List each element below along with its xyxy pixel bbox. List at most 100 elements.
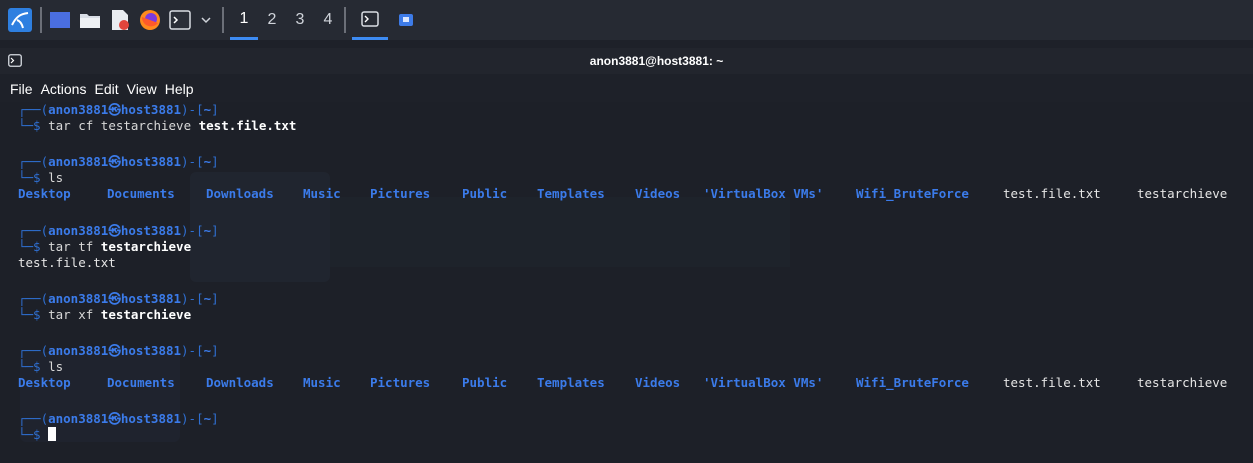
ls-entry: Downloads (206, 375, 274, 390)
prompt-dollar: └─$ (18, 427, 49, 442)
terminal-launcher-icon[interactable] (168, 8, 192, 32)
prompt-open: ┌──( (18, 411, 49, 426)
prompt-open: ┌──( (18, 154, 49, 169)
command-text: tar tf (48, 239, 101, 254)
ls-entry: Downloads (206, 186, 274, 201)
ls-entry: Public (462, 375, 508, 390)
command-output: test.file.txt (18, 255, 116, 270)
taskbar-window-app[interactable] (388, 0, 424, 40)
workspace-3[interactable]: 3 (286, 0, 314, 40)
taskbar-separator (40, 7, 42, 33)
ls-entry: Pictures (370, 186, 431, 201)
prompt-user: anon3881㉿host3881 (48, 102, 182, 117)
command-line: └─$ tar xf testarchieve (18, 307, 191, 323)
prompt-close: )-[ (181, 411, 204, 426)
ls-entry: Desktop (18, 375, 71, 390)
ls-entry: 'VirtualBox VMs' (703, 375, 824, 390)
prompt-dir: ~ (203, 343, 212, 358)
prompt-end: ] (211, 154, 219, 169)
taskbar-separator (344, 7, 346, 33)
ls-entry: Documents (107, 375, 175, 390)
taskbar-separator (222, 7, 224, 33)
workspace-2[interactable]: 2 (258, 0, 286, 40)
prompt-user: anon3881㉿host3881 (48, 154, 182, 169)
menu-actions[interactable]: Actions (41, 81, 87, 97)
menu-file[interactable]: File (10, 81, 33, 97)
ls-entry: Music (303, 186, 341, 201)
ls-entry: Pictures (370, 375, 431, 390)
prompt-user: anon3881㉿host3881 (48, 223, 182, 238)
taskbar: 1 2 3 4 (0, 0, 1253, 40)
prompt-dollar: └─$ (18, 118, 49, 133)
prompt-open: ┌──( (18, 102, 49, 117)
prompt-dir: ~ (203, 154, 212, 169)
terminal-icon (8, 54, 22, 72)
prompt-dollar: └─$ (18, 307, 49, 322)
prompt-close: )-[ (181, 343, 204, 358)
command-line: └─$ ls (18, 359, 63, 375)
firefox-icon[interactable] (138, 8, 162, 32)
ls-entry: Music (303, 375, 341, 390)
prompt-end: ] (211, 411, 219, 426)
prompt-open: ┌──( (18, 343, 49, 358)
menu-edit[interactable]: Edit (94, 81, 118, 97)
command-text: ls (48, 359, 64, 374)
ls-entry: Wifi_BruteForce (856, 375, 969, 390)
prompt-end: ] (211, 102, 219, 117)
window-title: anon3881@host3881: ~ (0, 54, 1253, 68)
prompt-close: )-[ (181, 223, 204, 238)
ls-entry: Templates (537, 186, 605, 201)
window-titlebar: anon3881@host3881: ~ (0, 48, 1253, 74)
menu-help[interactable]: Help (165, 81, 194, 97)
prompt-dir: ~ (203, 411, 212, 426)
command-line[interactable]: └─$ (18, 427, 57, 443)
menu-view[interactable]: View (127, 81, 157, 97)
command-line: └─$ tar cf testarchieve test.file.txt (18, 118, 296, 134)
prompt-header: ┌──(anon3881㉿host3881)-[~] (18, 411, 219, 427)
text-editor-icon[interactable] (108, 8, 132, 32)
window-title-text: anon3881@host3881: ~ (589, 54, 724, 68)
ls-entry: Desktop (18, 186, 71, 201)
prompt-dollar: └─$ (18, 170, 49, 185)
file-manager-icon[interactable] (78, 8, 102, 32)
prompt-dollar: └─$ (18, 359, 49, 374)
desktop-icon[interactable] (48, 8, 72, 32)
prompt-header: ┌──(anon3881㉿host3881)-[~] (18, 154, 219, 170)
terminal-output[interactable]: ┌──(anon3881㉿host3881)-[~] └─$ tar cf te… (0, 102, 1253, 463)
workspace-1[interactable]: 1 (230, 0, 258, 40)
menu-bar: File Actions Edit View Help (0, 76, 1253, 102)
prompt-dir: ~ (203, 102, 212, 117)
chevron-down-icon[interactable] (198, 8, 214, 32)
prompt-end: ] (211, 343, 219, 358)
command-text: ls (48, 170, 64, 185)
taskbar-window-terminal[interactable] (352, 0, 388, 40)
prompt-close: )-[ (181, 291, 204, 306)
command-text: tar cf testarchieve (48, 118, 199, 133)
prompt-header: ┌──(anon3881㉿host3881)-[~] (18, 223, 219, 239)
command-line: └─$ tar tf testarchieve (18, 239, 191, 255)
ls-entry: Public (462, 186, 508, 201)
prompt-open: ┌──( (18, 291, 49, 306)
ls-entry: Videos (635, 186, 681, 201)
command-arg: testarchieve (100, 307, 192, 322)
ls-entry: testarchieve (1137, 186, 1228, 201)
prompt-dir: ~ (203, 291, 212, 306)
command-text: tar xf (48, 307, 101, 322)
kali-menu-icon[interactable] (8, 8, 32, 32)
workspace-4[interactable]: 4 (314, 0, 342, 40)
prompt-close: )-[ (181, 154, 204, 169)
ls-entry: 'VirtualBox VMs' (703, 186, 824, 201)
prompt-end: ] (211, 291, 219, 306)
prompt-dollar: └─$ (18, 239, 49, 254)
prompt-close: )-[ (181, 102, 204, 117)
command-arg: test.file.txt (198, 118, 297, 133)
prompt-dir: ~ (203, 223, 212, 238)
ls-entry: Videos (635, 375, 681, 390)
prompt-user: anon3881㉿host3881 (48, 291, 182, 306)
prompt-user: anon3881㉿host3881 (48, 411, 182, 426)
ls-entry: test.file.txt (1003, 375, 1101, 390)
prompt-open: ┌──( (18, 223, 49, 238)
ls-entry: Wifi_BruteForce (856, 186, 969, 201)
command-arg: testarchieve (100, 239, 192, 254)
prompt-end: ] (211, 223, 219, 238)
